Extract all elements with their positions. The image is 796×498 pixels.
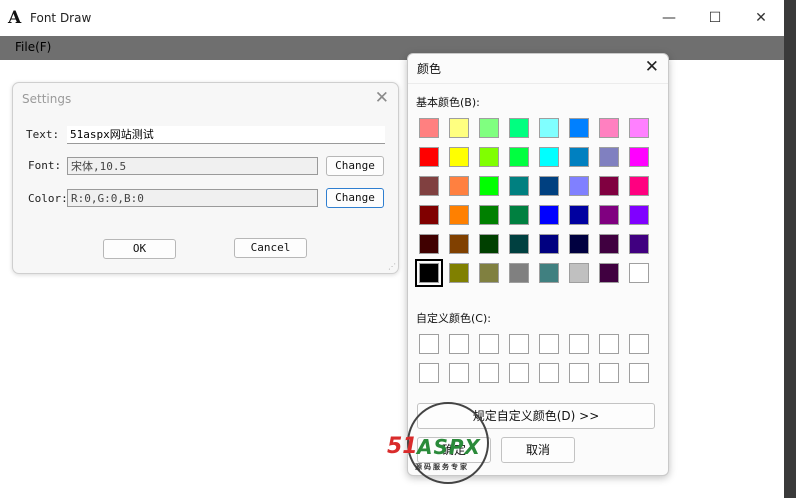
color-swatch[interactable]	[449, 205, 469, 225]
settings-dialog: Settings ✕ Text: 51aspx网站测试 Font: 宋体,10.…	[12, 82, 399, 274]
color-swatch[interactable]	[509, 205, 529, 225]
color-swatch[interactable]	[629, 234, 649, 254]
color-swatch[interactable]	[479, 176, 499, 196]
custom-color-swatch[interactable]	[449, 363, 469, 383]
settings-close-icon[interactable]: ✕	[375, 88, 389, 108]
custom-color-swatch[interactable]	[479, 334, 499, 354]
color-label: Color:	[28, 192, 68, 205]
color-swatch[interactable]	[539, 147, 559, 167]
font-a-icon: A	[8, 8, 22, 28]
custom-color-swatch[interactable]	[539, 363, 559, 383]
color-swatch[interactable]	[419, 205, 439, 225]
color-swatch[interactable]	[419, 147, 439, 167]
change-font-button[interactable]: Change	[326, 156, 384, 176]
color-swatch[interactable]	[539, 118, 559, 138]
color-swatch[interactable]	[539, 205, 559, 225]
font-label: Font:	[28, 159, 62, 172]
custom-color-swatch[interactable]	[599, 363, 619, 383]
color-swatch[interactable]	[419, 118, 439, 138]
window-title: Font Draw	[30, 11, 92, 25]
color-swatch[interactable]	[449, 263, 469, 283]
color-swatch[interactable]	[599, 205, 619, 225]
background-strip	[784, 0, 796, 498]
color-swatch[interactable]	[599, 234, 619, 254]
color-swatch[interactable]	[509, 147, 529, 167]
custom-colors-label: 自定义颜色(C):	[416, 312, 491, 325]
color-swatch[interactable]	[629, 263, 649, 283]
cancel-button[interactable]: Cancel	[234, 238, 307, 258]
color-dialog-close-icon[interactable]: ✕	[645, 57, 659, 77]
color-swatch[interactable]	[629, 205, 649, 225]
color-swatch[interactable]	[479, 205, 499, 225]
watermark-brand-a: 51	[387, 434, 418, 459]
color-swatch[interactable]	[419, 176, 439, 196]
watermark-brand-b: ASPX	[417, 435, 481, 459]
color-swatch[interactable]	[569, 234, 589, 254]
color-swatch[interactable]	[479, 118, 499, 138]
color-swatch[interactable]	[599, 118, 619, 138]
color-swatch[interactable]	[479, 234, 499, 254]
color-swatch[interactable]	[629, 118, 649, 138]
color-swatch[interactable]	[509, 176, 529, 196]
color-swatch[interactable]	[569, 176, 589, 196]
color-swatch[interactable]	[415, 259, 443, 287]
custom-color-swatch[interactable]	[629, 363, 649, 383]
custom-color-swatch[interactable]	[509, 363, 529, 383]
color-swatch[interactable]	[569, 118, 589, 138]
custom-color-swatch[interactable]	[599, 334, 619, 354]
color-field: R:0,G:0,B:0	[67, 189, 318, 207]
watermark-tagline: 源码服务专家	[415, 463, 469, 471]
custom-color-swatch[interactable]	[479, 363, 499, 383]
color-swatch[interactable]	[629, 176, 649, 196]
close-button[interactable]: ✕	[738, 0, 784, 36]
color-swatch[interactable]	[479, 263, 499, 283]
custom-color-swatch[interactable]	[569, 334, 589, 354]
color-swatch[interactable]	[569, 205, 589, 225]
change-color-button[interactable]: Change	[326, 188, 384, 208]
color-swatch[interactable]	[539, 176, 559, 196]
watermark-logo: 51 ASPX 源码服务专家	[387, 400, 527, 495]
color-swatch[interactable]	[629, 147, 649, 167]
color-swatch[interactable]	[449, 234, 469, 254]
custom-color-swatch[interactable]	[509, 334, 529, 354]
color-swatch[interactable]	[449, 147, 469, 167]
settings-title: Settings	[22, 92, 72, 106]
color-swatch[interactable]	[509, 118, 529, 138]
menu-file[interactable]: File(F)	[15, 40, 51, 54]
font-field: 宋体,10.5	[67, 157, 318, 175]
title-divider	[408, 83, 668, 84]
custom-color-swatch[interactable]	[569, 363, 589, 383]
color-swatch[interactable]	[569, 263, 589, 283]
minimize-button[interactable]: —	[646, 0, 692, 36]
color-swatch[interactable]	[509, 234, 529, 254]
color-swatch[interactable]	[419, 234, 439, 254]
ok-button[interactable]: OK	[103, 239, 176, 259]
color-dialog-title: 颜色	[417, 62, 442, 76]
maximize-button[interactable]: ☐	[692, 0, 738, 36]
basic-colors-label: 基本颜色(B):	[416, 96, 480, 109]
color-swatch[interactable]	[539, 234, 559, 254]
color-swatch[interactable]	[449, 176, 469, 196]
color-swatch[interactable]	[599, 147, 619, 167]
custom-color-swatch[interactable]	[419, 363, 439, 383]
resize-grip-icon[interactable]: ⋰	[388, 262, 396, 271]
color-swatch[interactable]	[599, 263, 619, 283]
text-input[interactable]: 51aspx网站测试	[67, 126, 385, 144]
custom-color-swatch[interactable]	[629, 334, 649, 354]
color-swatch[interactable]	[479, 147, 499, 167]
text-label: Text:	[26, 128, 60, 141]
custom-color-swatch[interactable]	[419, 334, 439, 354]
color-swatch[interactable]	[599, 176, 619, 196]
custom-color-swatch[interactable]	[539, 334, 559, 354]
title-bar: A Font Draw — ☐ ✕	[0, 0, 784, 36]
color-swatch[interactable]	[539, 263, 559, 283]
custom-color-swatch[interactable]	[449, 334, 469, 354]
color-swatch[interactable]	[509, 263, 529, 283]
color-swatch[interactable]	[449, 118, 469, 138]
color-swatch[interactable]	[569, 147, 589, 167]
